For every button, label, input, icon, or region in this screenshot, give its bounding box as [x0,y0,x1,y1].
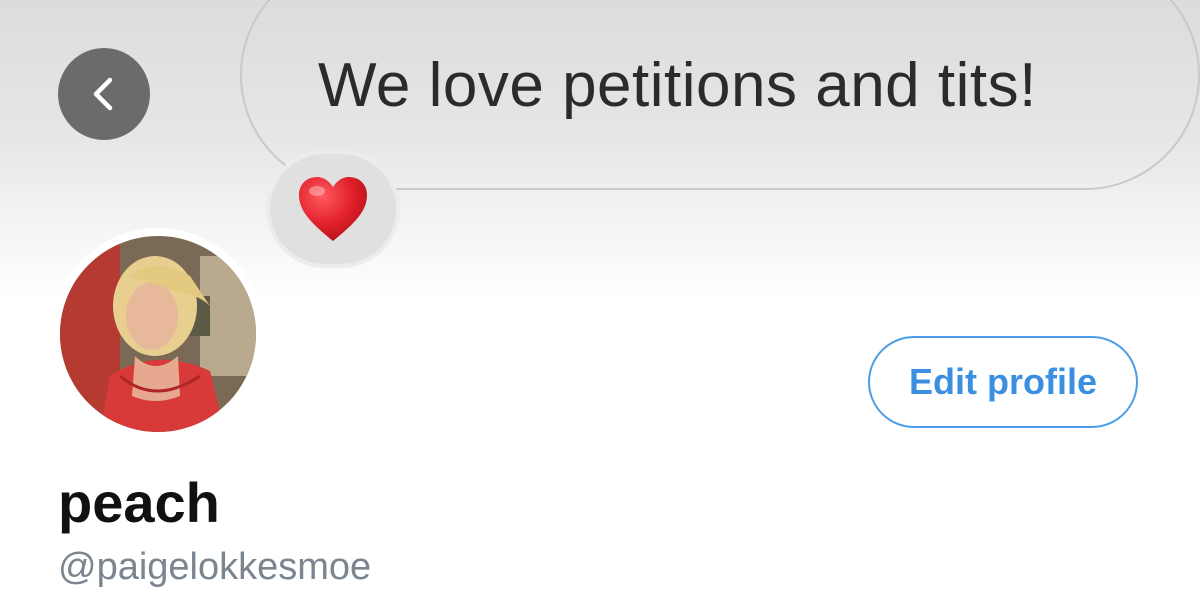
chevron-left-icon [93,77,113,111]
edit-profile-button[interactable]: Edit profile [868,336,1138,428]
heart-icon [299,177,367,241]
message-text: We love petitions and tits! [318,51,1037,120]
user-handle: @paigelokkesmoe [58,546,372,588]
profile-photo [60,236,256,432]
reaction-bubble[interactable] [266,150,400,268]
display-name: peach [58,471,220,534]
avatar[interactable] [52,228,264,440]
back-button[interactable] [58,48,150,140]
